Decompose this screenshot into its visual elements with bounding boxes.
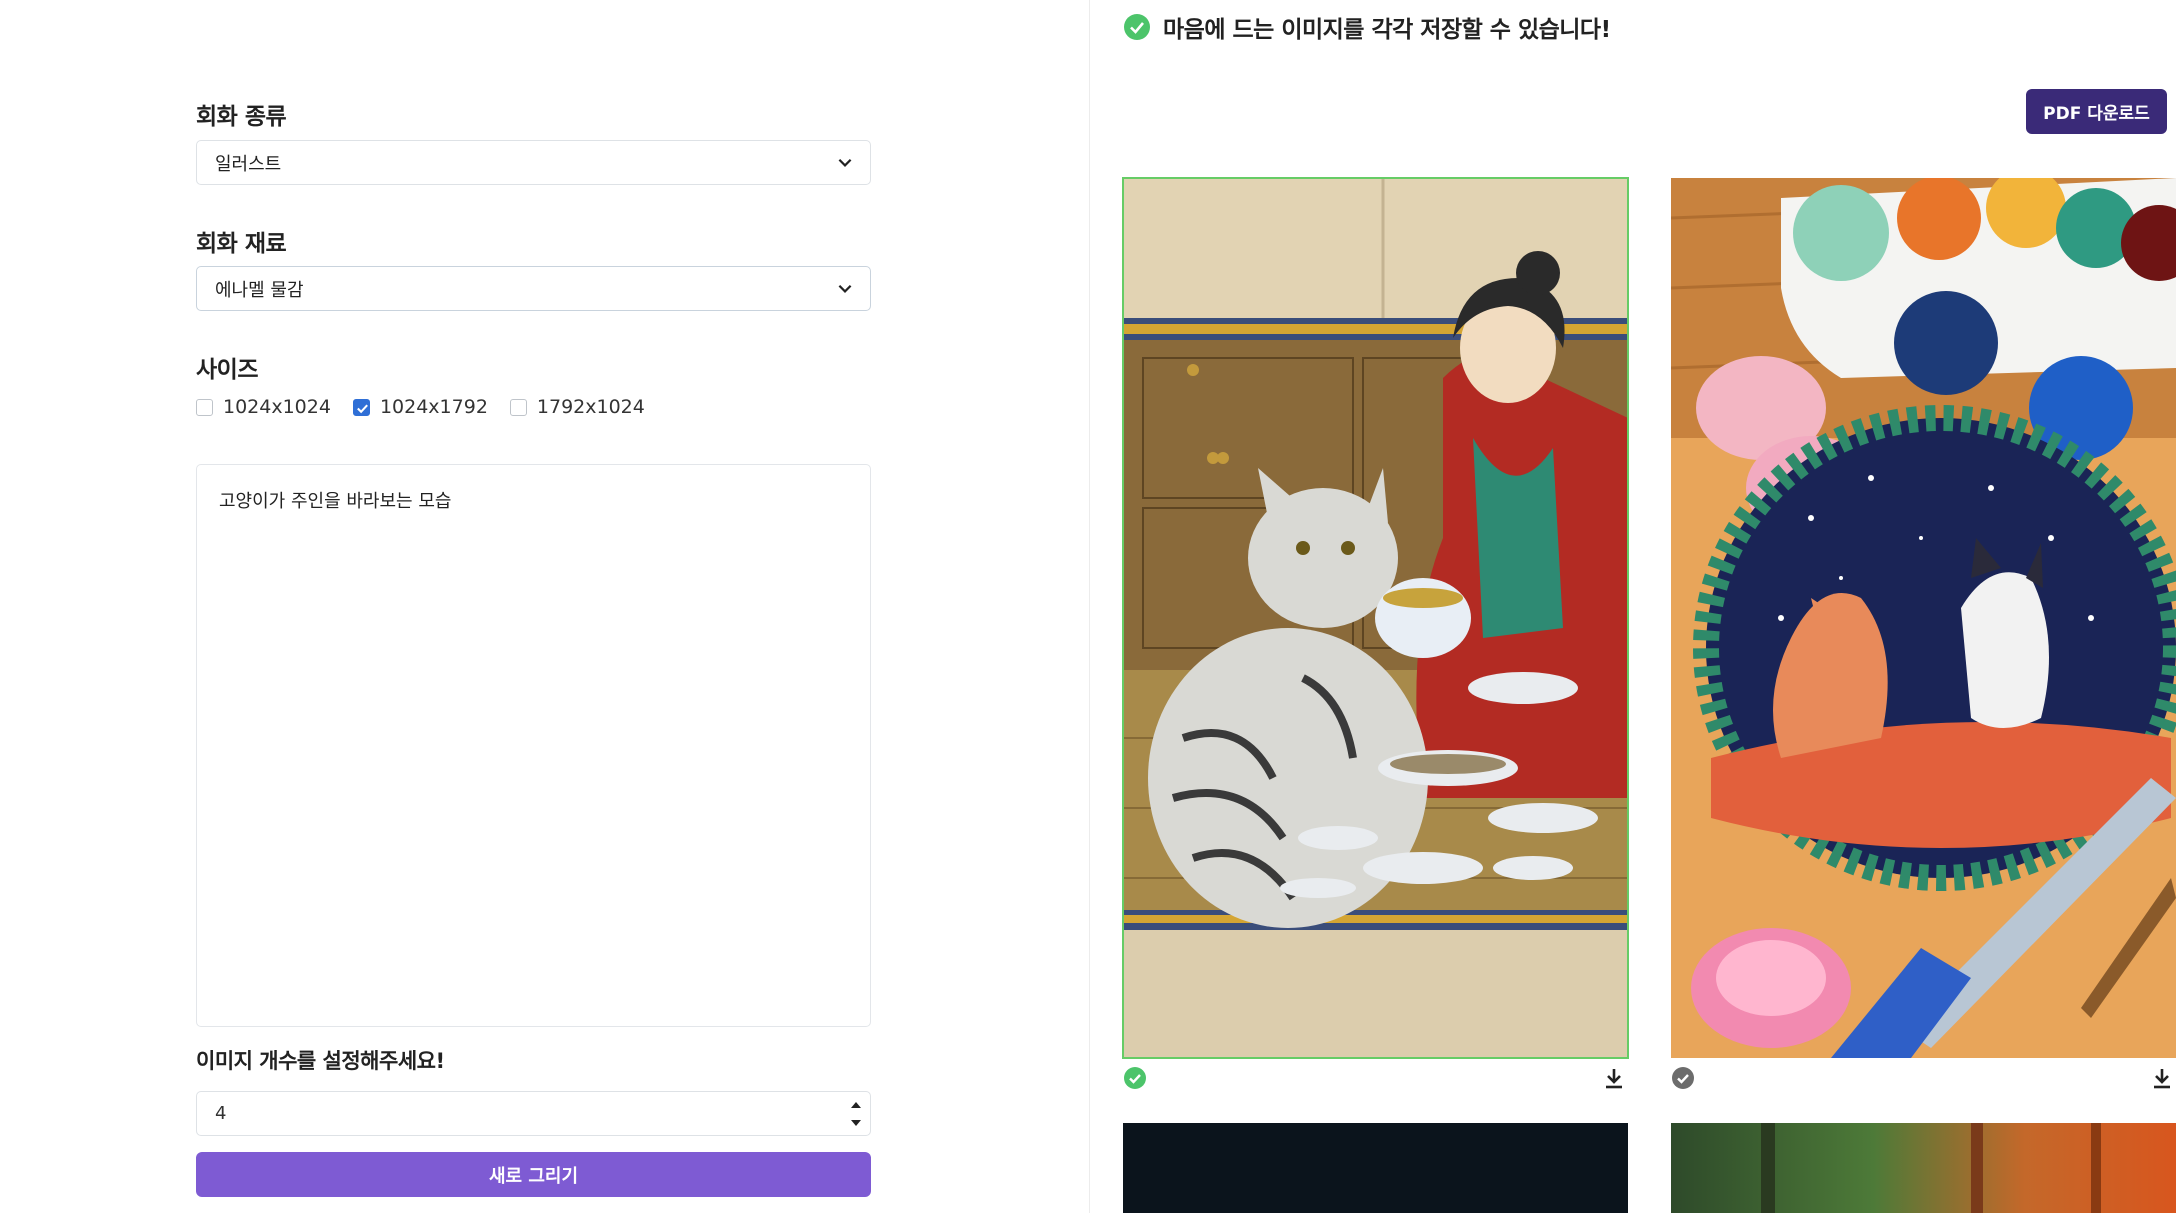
generated-image[interactable] — [1122, 177, 1629, 1059]
size-option-1024x1792[interactable]: 1024x1792 — [352, 396, 488, 418]
size-option-label: 1792x1024 — [536, 396, 645, 418]
dark-illustration — [1123, 1123, 1628, 1213]
chevron-down-icon — [838, 158, 852, 167]
card-meta — [1671, 1066, 2176, 1094]
result-image-card[interactable] — [1122, 177, 1629, 1089]
generated-image[interactable] — [1671, 178, 2176, 1058]
results-panel: 마음에 드는 이미지를 각각 저장할 수 있습니다! PDF 다운로드 — [1091, 0, 2182, 1213]
image-count-input[interactable]: 4 — [196, 1091, 871, 1136]
checkbox[interactable] — [196, 398, 213, 416]
size-options: 1024x1024 1024x1792 1792x1024 — [196, 394, 667, 420]
save-notice: 마음에 드는 이미지를 각각 저장할 수 있습니다! — [1123, 10, 1611, 44]
painting-type-select[interactable]: 일러스트 — [196, 140, 871, 185]
download-icon[interactable] — [1602, 1066, 1626, 1090]
download-icon[interactable] — [2150, 1066, 2174, 1090]
image-count-label: 이미지 개수를 설정해주세요! — [196, 1049, 445, 1073]
size-option-label: 1024x1792 — [379, 396, 488, 418]
forest-illustration — [1671, 1123, 2176, 1213]
pdf-download-button[interactable]: PDF 다운로드 — [2026, 89, 2167, 134]
size-option-1024x1024[interactable]: 1024x1024 — [196, 396, 331, 418]
painting-material-value: 에나멜 물감 — [215, 279, 304, 301]
size-option-label: 1024x1024 — [223, 396, 331, 418]
result-image-card[interactable] — [1671, 1123, 2176, 1213]
painting-material-select[interactable]: 에나멜 물감 — [196, 266, 871, 311]
size-option-1792x1024[interactable]: 1792x1024 — [509, 396, 645, 418]
settings-panel: 회화 종류 일러스트 회화 재료 에나멜 물감 사이즈 1024x1024 10… — [0, 0, 1090, 1213]
check-icon — [357, 404, 368, 413]
draw-new-button[interactable]: 새로 그리기 — [196, 1152, 871, 1197]
painting-material-label: 회화 재료 — [196, 231, 287, 257]
painting-type-label: 회화 종류 — [196, 104, 287, 130]
result-image-card[interactable] — [1671, 178, 2176, 1089]
paint-and-cats-illustration — [1671, 178, 2176, 1058]
cat-and-owner-illustration — [1123, 178, 1628, 1058]
check-circle-icon — [1124, 14, 1150, 40]
generated-image[interactable] — [1671, 1123, 2176, 1213]
painting-type-value: 일러스트 — [215, 153, 282, 175]
prompt-textarea[interactable]: 고양이가 주인을 바라보는 모습 — [196, 464, 871, 1027]
check-circle-green-icon[interactable] — [1123, 1066, 1147, 1090]
image-count-value: 4 — [215, 1103, 227, 1124]
number-spinner-icon[interactable] — [848, 1096, 864, 1132]
check-circle-gray-icon[interactable] — [1671, 1066, 1695, 1090]
size-label: 사이즈 — [196, 357, 258, 383]
checkbox[interactable] — [509, 398, 527, 416]
result-image-card[interactable] — [1123, 1123, 1628, 1213]
card-meta — [1123, 1066, 1628, 1094]
notice-text: 마음에 드는 이미지를 각각 저장할 수 있습니다! — [1163, 17, 1611, 43]
chevron-down-icon — [838, 284, 852, 293]
checkbox-checked[interactable] — [352, 398, 370, 416]
generated-image[interactable] — [1123, 1123, 1628, 1213]
